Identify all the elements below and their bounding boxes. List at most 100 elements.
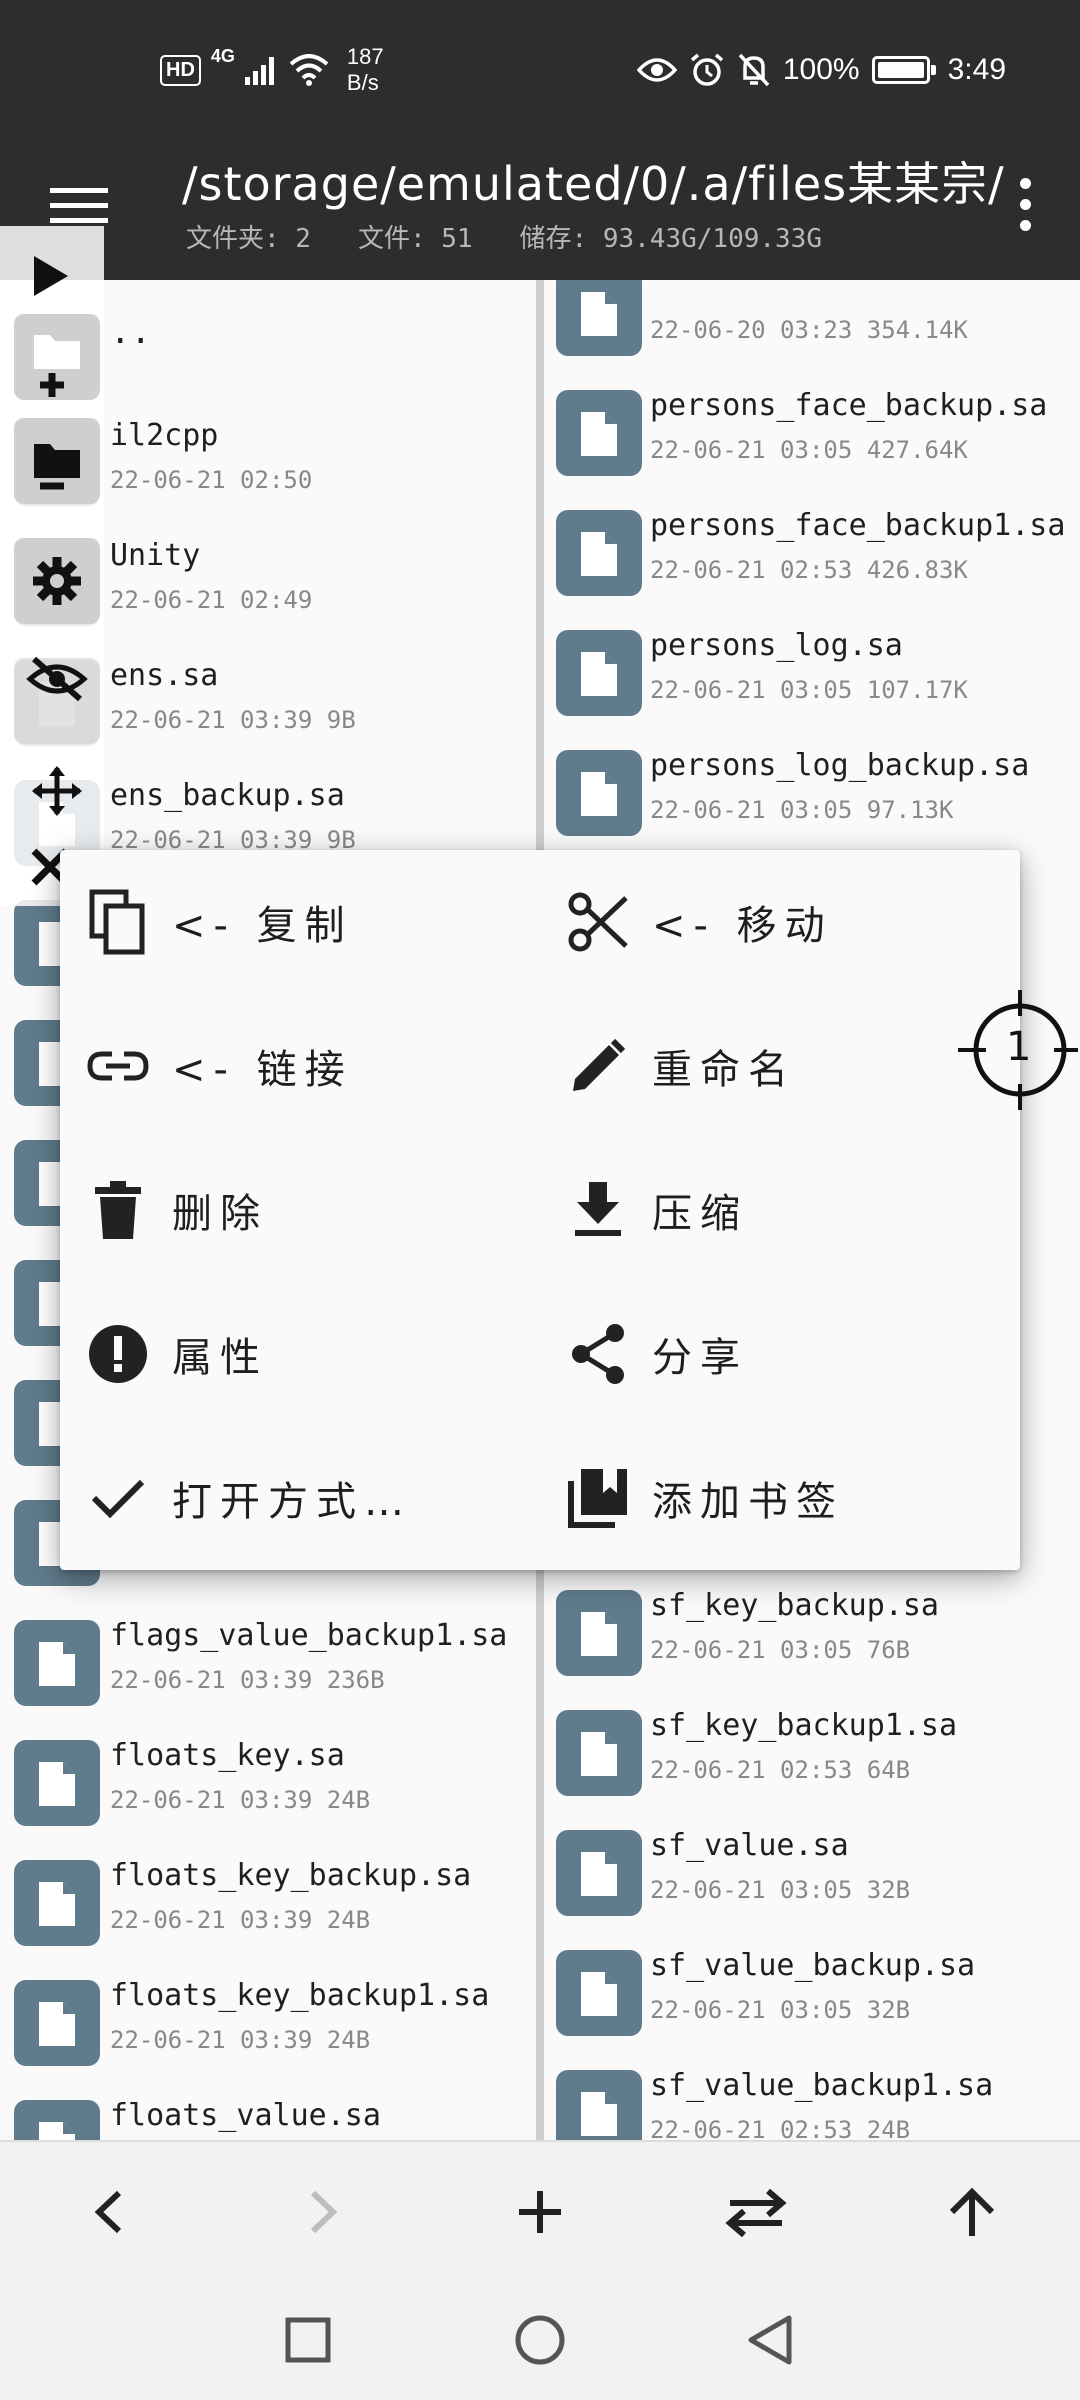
trash-icon [95,1181,141,1239]
file-icon [14,1980,100,2066]
eye-off-icon [26,656,88,702]
file-row[interactable]: persons_face_backup1.sa 22-06-21 02:53 42… [544,490,1080,610]
nav-back-button[interactable] [730,2300,810,2380]
share-icon [572,1324,624,1384]
file-icon [14,1860,100,1946]
play-button[interactable] [10,236,90,316]
add-folder-icon [34,335,80,397]
recents-button[interactable] [268,2300,348,2380]
network-speed: 187 B/s [347,44,384,96]
file-row[interactable]: floats_value.sa [0,2080,536,2140]
file-icon [556,1950,642,2036]
file-meta: 22-06-21 02:53 64B [650,1756,911,1784]
file-row[interactable]: persons_log_backup.sa 22-06-21 03:05 97.1… [544,730,1080,850]
crosshair-marker[interactable]: 1 [958,990,1078,1110]
context-menu: <- 复制 <- 移动 <- 链接 重命名 删除 压缩 属性 分享 打开方式… … [60,850,1020,1570]
current-path[interactable]: /storage/emulated/0/.a/files某某宗/ [182,148,1005,214]
file-meta: 22-06-21 02:50 [110,466,313,494]
swap-icon [725,2188,787,2237]
file-name: persons_face_backup.sa [650,388,1048,423]
parent-dir-button[interactable] [932,2172,1012,2252]
file-meta: 22-06-21 02:53 24B [650,2116,911,2140]
rename-label: 重命名 [652,1047,796,1093]
file-row[interactable]: floats_key_backup1.sa 22-06-21 03:39 24B [0,1960,536,2080]
link-icon [87,1051,149,1081]
toggle-hidden-button[interactable] [14,656,100,744]
file-icon [14,1740,100,1826]
file-row[interactable]: floats_key.sa 22-06-21 03:39 24B [0,1720,536,1840]
file-name: flags_value_backup1.sa [110,1618,508,1653]
open-with-menu-item[interactable]: 打开方式… [60,1426,540,1570]
copy-menu-item[interactable]: <- 复制 [60,850,540,994]
file-meta: 22-06-21 03:05 427.64K [650,436,968,464]
move-menu-item[interactable]: <- 移动 [540,850,1020,994]
file-name: floats_key_backup1.sa [110,1978,490,2013]
recents-icon [285,2317,331,2363]
add-bookmark-menu-item[interactable]: 添加书签 [540,1426,1020,1570]
info-alert-icon [89,1325,147,1383]
file-meta: 22-06-21 03:05 107.17K [650,676,968,704]
file-name: sf_value_backup1.sa [650,2068,994,2103]
file-name: sf_key_backup.sa [650,1588,939,1623]
delete-menu-item[interactable]: 删除 [60,1138,540,1282]
overflow-menu-icon[interactable] [1000,164,1050,244]
rename-menu-item[interactable]: 重命名 [540,994,1020,1138]
file-meta: 22-06-21 03:05 76B [650,1636,911,1664]
file-row[interactable]: sf_key_backup1.sa 22-06-21 02:53 64B [544,1690,1080,1810]
delete-label: 删除 [172,1191,268,1237]
file-row[interactable]: sf_value_backup.sa 22-06-21 03:05 32B [544,1930,1080,2050]
home-button[interactable] [500,2300,580,2380]
file-row[interactable]: 22-06-20 03:23 354.14K [544,280,1080,370]
file-row[interactable]: flags_value_backup1.sa 22-06-21 03:39 236… [0,1600,536,1720]
file-name: sf_key_backup1.sa [650,1708,958,1743]
status-right: 100% 3:49 [636,46,1006,94]
hd-badge: HD [160,54,201,86]
file-row[interactable]: floats_key_backup.sa 22-06-21 03:39 24B [0,1840,536,1960]
file-meta: 22-06-21 03:39 9B [110,706,356,734]
file-name: il2cpp [110,418,219,453]
back-button[interactable] [68,2172,148,2252]
file-name: persons_log_backup.sa [650,748,1030,783]
add-button[interactable] [500,2172,580,2252]
move-label: <- 移动 [652,903,833,949]
file-icon [14,1620,100,1706]
file-row[interactable]: persons_face_backup.sa 22-06-21 03:05 427… [544,370,1080,490]
file-name: ens.sa [110,658,219,693]
add-folder-button[interactable] [14,314,100,400]
file-row[interactable]: sf_value.sa 22-06-21 03:05 32B [544,1810,1080,1930]
battery-fill [877,62,924,78]
file-meta: 22-06-20 03:23 354.14K [650,316,968,344]
open-with-label: 打开方式… [172,1479,412,1525]
share-menu-item[interactable]: 分享 [540,1282,1020,1426]
swap-panes-button[interactable] [716,2172,796,2252]
battery-icon [871,56,936,84]
remove-folder-icon [34,444,80,490]
file-row[interactable]: sf_value_backup1.sa 22-06-21 02:53 24B [544,2050,1080,2140]
move-button[interactable] [14,748,100,834]
file-icon [556,750,642,836]
crosshair-label: 1 [1006,1024,1032,1070]
file-row[interactable]: sf_key_backup.sa 22-06-21 03:05 76B [544,1570,1080,1690]
forward-button[interactable] [284,2172,364,2252]
forward-arrow-icon [310,2190,338,2234]
back-arrow-icon [94,2190,122,2234]
add-icon [519,2191,561,2233]
file-row[interactable]: persons_log.sa 22-06-21 03:05 107.17K [544,610,1080,730]
add-bookmark-label: 添加书签 [652,1479,844,1525]
properties-menu-item[interactable]: 属性 [60,1282,540,1426]
speed-unit: B/s [346,70,379,95]
link-menu-item[interactable]: <- 链接 [60,994,540,1138]
share-label: 分享 [652,1335,748,1381]
mute-icon [738,53,770,87]
home-icon [515,2315,565,2365]
speed-value: 187 [346,44,384,69]
remove-folder-button[interactable] [14,418,100,504]
file-name: floats_value.sa [110,2098,381,2133]
battery-percent: 100% [782,53,860,86]
file-meta: 22-06-21 03:05 32B [650,1996,911,2024]
wifi-icon [289,54,329,86]
compress-menu-item[interactable]: 压缩 [540,1138,1020,1282]
settings-button[interactable] [14,538,100,624]
alarm-icon [690,53,723,86]
bottom-toolbar [0,2140,1080,2280]
